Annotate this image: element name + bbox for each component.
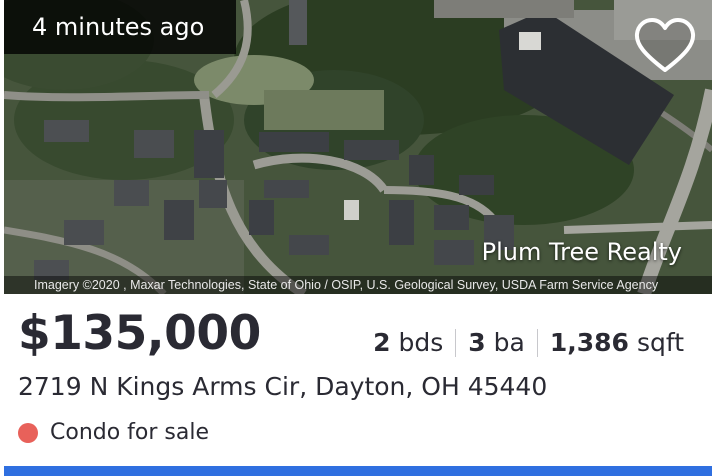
- card-accent-bar: [4, 466, 712, 476]
- sqft-unit: sqft: [636, 328, 684, 357]
- baths-stat: 3 ba: [468, 328, 525, 357]
- listing-address[interactable]: 2719 N Kings Arms Cir, Dayton, OH 45440: [18, 372, 547, 401]
- baths-unit: ba: [493, 328, 525, 357]
- listing-photo[interactable]: 4 minutes ago Plum Tree Realty Imagery ©…: [4, 0, 712, 294]
- status-label: Condo for sale: [50, 420, 210, 445]
- status-dot-icon: [18, 422, 38, 443]
- favorite-button[interactable]: [632, 16, 698, 76]
- beds-unit: bds: [398, 328, 444, 357]
- image-attribution: Imagery ©2020 , Maxar Technologies, Stat…: [4, 276, 712, 294]
- listing-stats: 2 bds 3 ba 1,386 sqft: [373, 328, 684, 357]
- beds-stat: 2 bds: [373, 328, 443, 357]
- sqft-stat: 1,386 sqft: [550, 328, 684, 357]
- stat-divider: [455, 328, 457, 357]
- listing-price: $135,000: [18, 306, 261, 361]
- sqft-value: 1,386: [549, 328, 629, 357]
- stat-divider: [536, 328, 538, 357]
- brokerage-name: Plum Tree Realty: [481, 238, 682, 266]
- baths-value: 3: [468, 328, 486, 357]
- heart-outline-icon: [634, 18, 696, 72]
- beds-value: 2: [373, 328, 391, 357]
- time-posted-badge: 4 minutes ago: [4, 0, 236, 54]
- listing-card[interactable]: 4 minutes ago Plum Tree Realty Imagery ©…: [0, 0, 714, 476]
- listing-status: Condo for sale: [18, 420, 209, 445]
